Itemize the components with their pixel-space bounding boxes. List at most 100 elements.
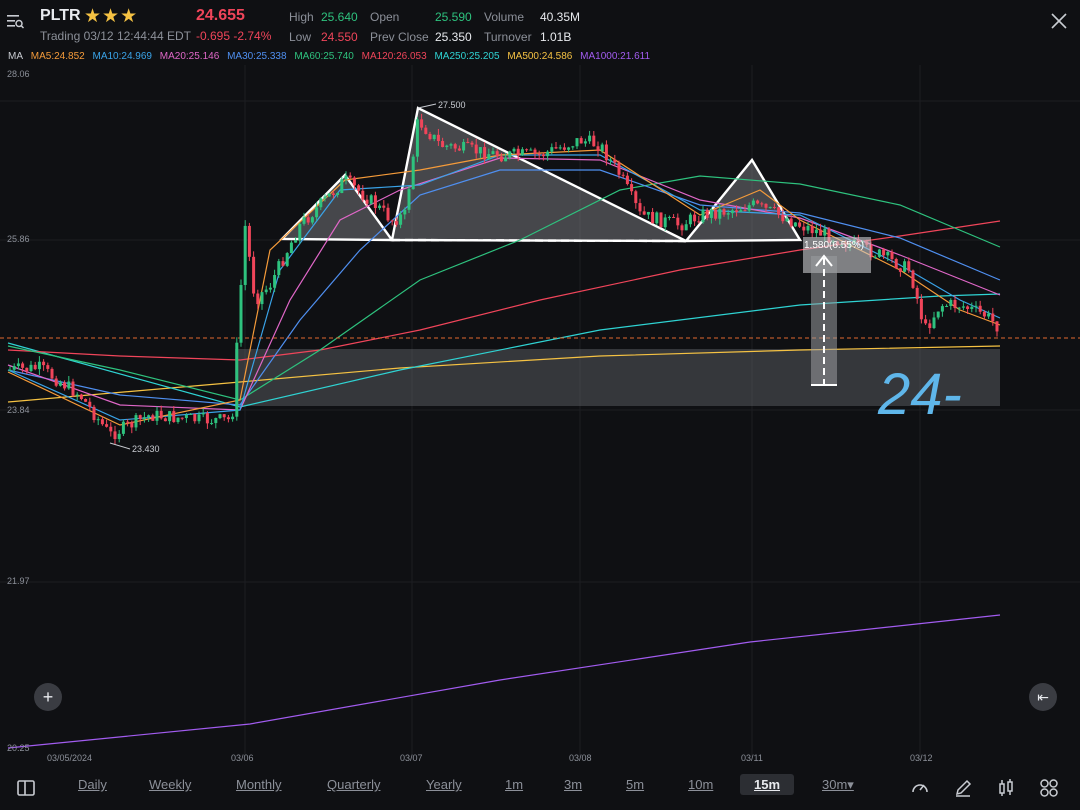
candle-body — [705, 209, 709, 218]
handwritten-note: 24- — [877, 362, 962, 427]
candle-body — [974, 305, 978, 307]
candle-body — [651, 211, 655, 224]
tab-daily[interactable]: Daily — [78, 777, 107, 792]
candle-body — [399, 214, 403, 225]
candle-body — [357, 185, 361, 191]
candle-body — [268, 287, 272, 290]
prev-close-value: 25.350 — [435, 30, 472, 44]
candle-body — [361, 190, 365, 200]
candle-body — [344, 175, 348, 180]
candle-body — [134, 415, 138, 428]
candle-body — [743, 210, 747, 212]
tab-1m[interactable]: 1m — [505, 777, 523, 792]
menu-icon[interactable] — [6, 12, 24, 30]
candle-body — [235, 342, 239, 417]
tab-30m[interactable]: 30m▾ — [822, 777, 854, 793]
x-axis-label: 03/07 — [400, 753, 423, 763]
ticker-symbol: PLTR — [40, 7, 81, 24]
sidebar-toggle-icon[interactable] — [16, 778, 36, 798]
candle-body — [680, 225, 684, 231]
candlestick-chart[interactable]: 1.580(6.55%) 27.500 23.430 24- — [0, 65, 1080, 770]
candle-body — [512, 148, 516, 152]
candle-body — [966, 306, 970, 309]
candle-body — [432, 134, 436, 140]
candle-body — [575, 138, 579, 147]
tab-3m[interactable]: 3m — [564, 777, 582, 792]
grid-layout-icon[interactable] — [1039, 778, 1059, 798]
candle-body — [739, 210, 743, 213]
measure-label: 1.580(6.55%) — [804, 240, 864, 251]
candle-body — [823, 228, 827, 236]
candle-body — [415, 119, 419, 157]
candle-body — [491, 151, 495, 155]
candle-body — [735, 210, 739, 213]
candle-body — [894, 258, 898, 269]
close-icon[interactable] — [1050, 12, 1068, 30]
y-axis-label: 20.25 — [7, 743, 30, 753]
candle-body — [672, 217, 676, 219]
tab-monthly[interactable]: Monthly — [236, 777, 282, 792]
candle-body — [424, 127, 428, 134]
candle-body — [67, 381, 71, 389]
candlestick-icon[interactable] — [996, 778, 1016, 798]
candle-body — [621, 174, 625, 176]
candle-body — [37, 361, 41, 370]
candle-body — [252, 256, 256, 294]
tab-yearly[interactable]: Yearly — [426, 777, 462, 792]
candle-body — [411, 156, 415, 190]
tab-weekly[interactable]: Weekly — [149, 777, 191, 792]
speedometer-icon[interactable] — [910, 778, 930, 798]
candle-body — [789, 218, 793, 227]
candle-body — [159, 410, 163, 419]
candle-body — [516, 148, 520, 156]
candle-body — [579, 138, 583, 144]
tab-5m[interactable]: 5m — [626, 777, 644, 792]
candle-body — [264, 289, 268, 293]
head-pattern[interactable] — [390, 106, 687, 243]
candle-body — [218, 414, 222, 419]
candle-body — [924, 319, 928, 324]
candle-body — [991, 313, 995, 322]
candle-body — [781, 214, 785, 222]
candle-body — [168, 411, 172, 422]
candle-body — [222, 414, 226, 418]
price-change: -0.695 -2.74% — [196, 29, 272, 43]
candle-body — [541, 154, 545, 157]
candle-body — [323, 196, 327, 199]
candle-body — [386, 207, 390, 221]
candle-body — [75, 394, 79, 396]
candle-body — [281, 261, 285, 266]
tab-15m[interactable]: 15m — [740, 774, 795, 795]
candle-body — [684, 224, 688, 231]
add-indicator-button[interactable]: + — [34, 683, 62, 711]
candle-body — [12, 366, 16, 370]
candle-body — [583, 141, 587, 144]
candle-body — [604, 144, 608, 161]
candle-body — [919, 298, 923, 320]
candle-body — [273, 275, 277, 288]
candle-body — [957, 307, 961, 309]
candle-body — [331, 193, 335, 195]
candle-body — [764, 203, 768, 208]
candle-body — [289, 242, 293, 254]
rating-stars: ★★★ — [84, 6, 139, 27]
collapse-button[interactable]: ⇤ — [1029, 683, 1057, 711]
tab-10m[interactable]: 10m — [688, 777, 713, 792]
prev-close-label: Prev Close — [370, 30, 429, 44]
candle-body — [558, 147, 562, 149]
candle-body — [63, 382, 67, 389]
candle-body — [936, 311, 940, 318]
candle-body — [525, 149, 529, 151]
neckline[interactable] — [391, 238, 687, 243]
candle-body — [499, 156, 503, 162]
tab-quarterly[interactable]: Quarterly — [327, 777, 380, 792]
candle-body — [403, 209, 407, 215]
candle-body — [676, 217, 680, 226]
volume-value: 40.35M — [540, 10, 581, 24]
pen-icon[interactable] — [953, 778, 973, 798]
candle-body — [285, 253, 289, 266]
candle-body — [420, 119, 424, 128]
candle-body — [214, 418, 218, 424]
candle-body — [184, 414, 188, 419]
candle-body — [176, 417, 180, 423]
